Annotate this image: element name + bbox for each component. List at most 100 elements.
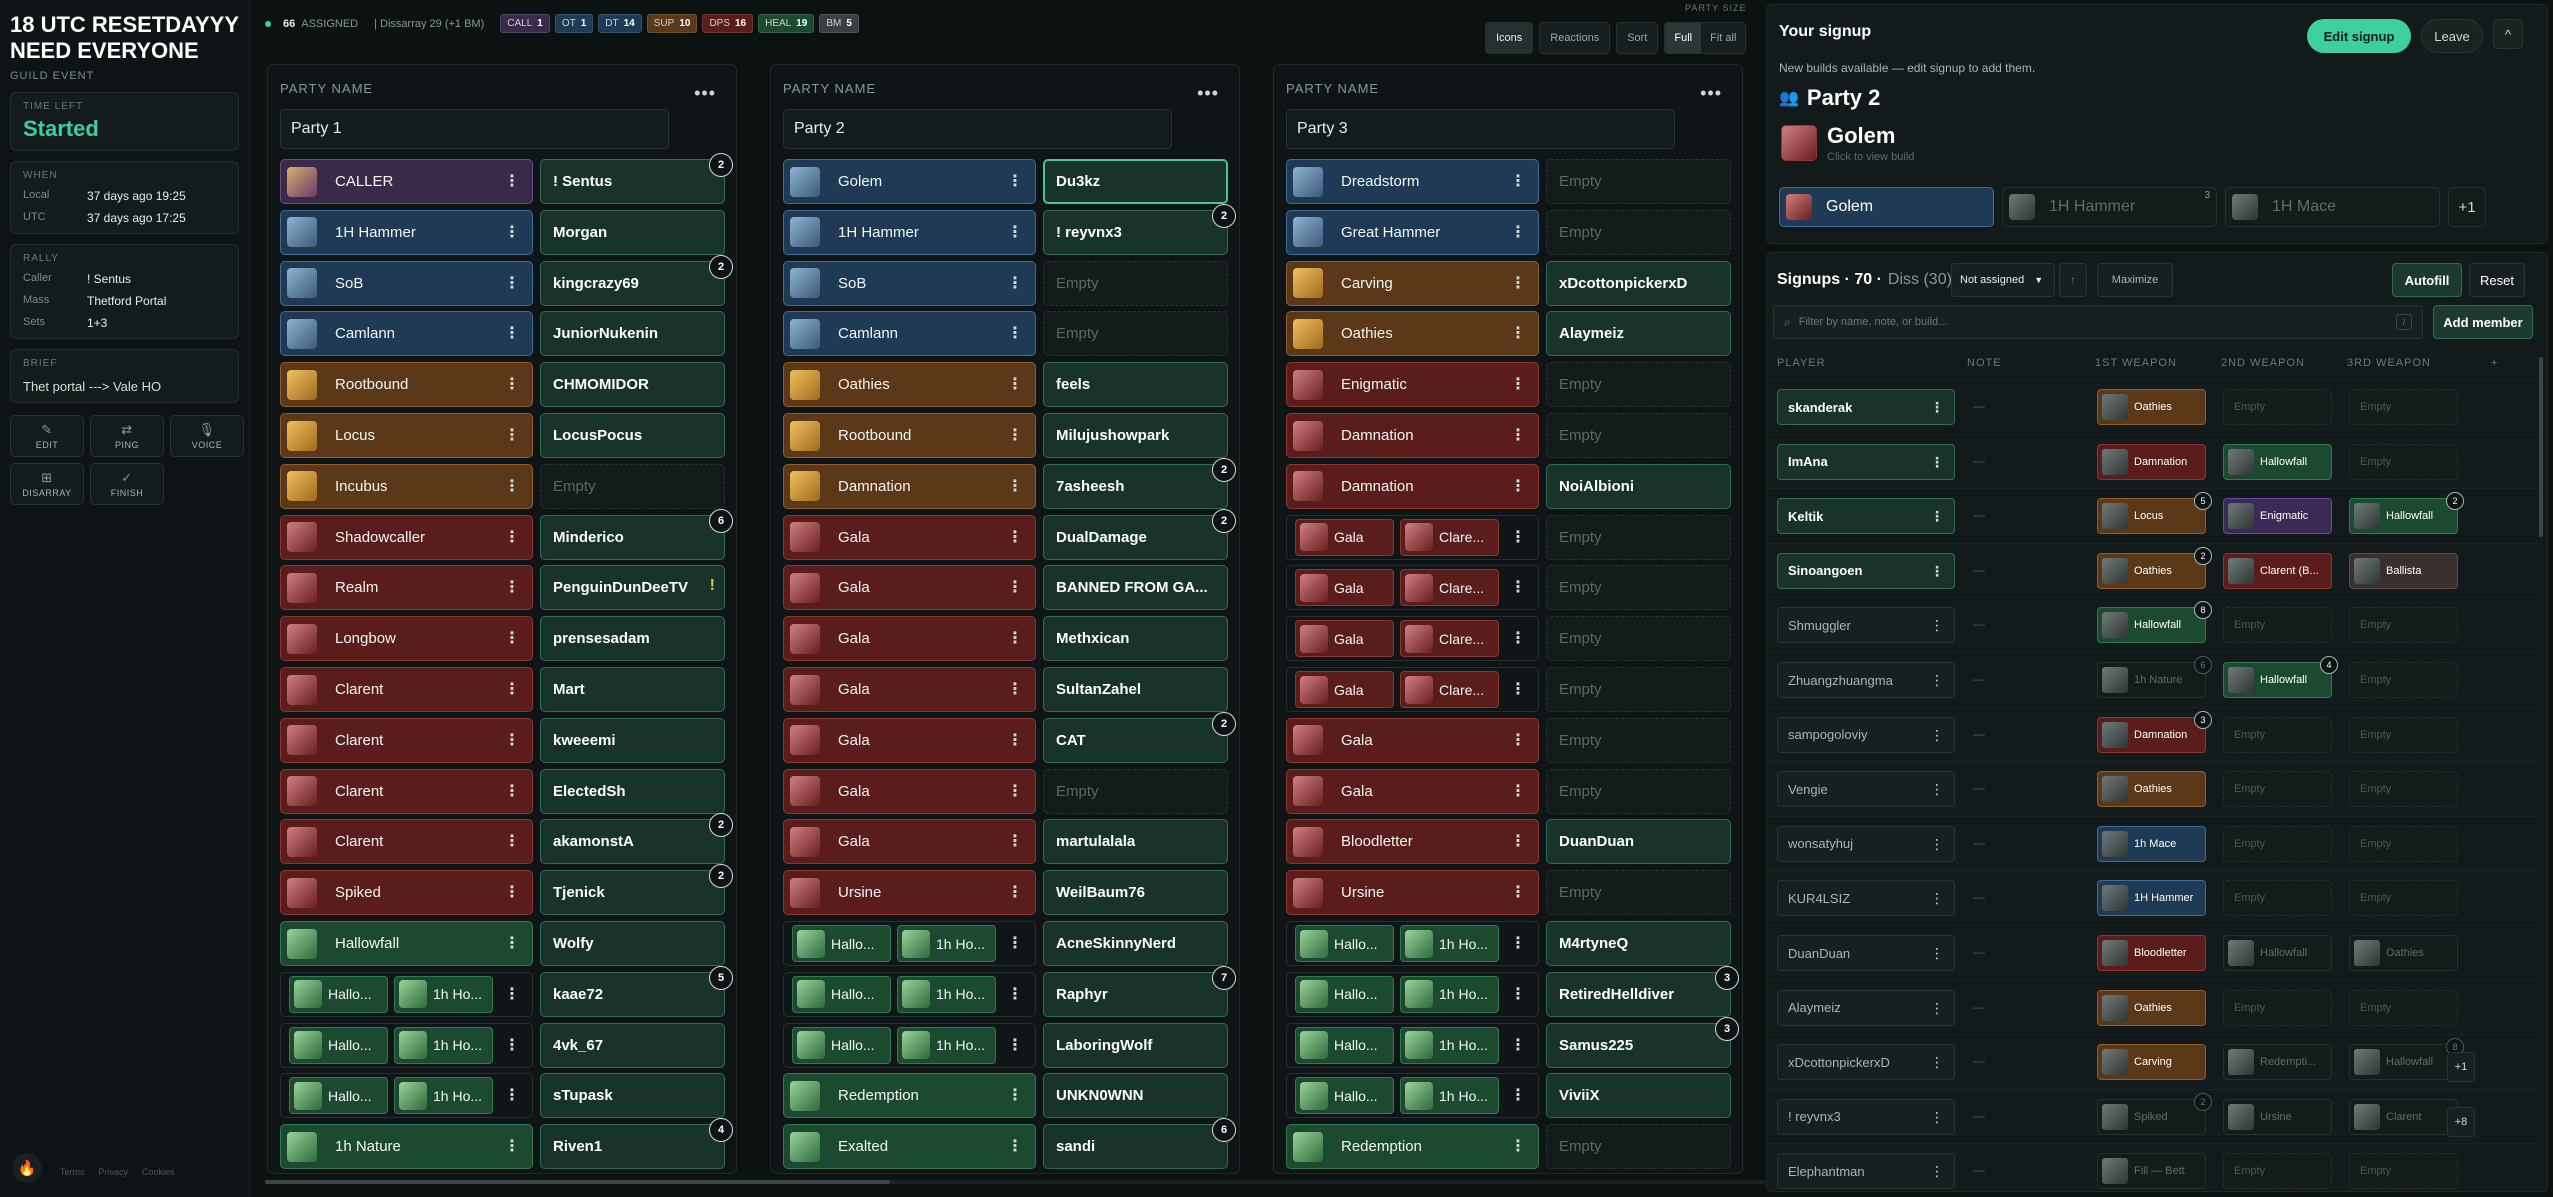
role-slot[interactable]: Hallo... 1h Ho... ⋮ (783, 1022, 1036, 1068)
signup-player-chip[interactable]: Shmuggler ⋮ (1777, 607, 1955, 644)
build-option[interactable]: Hallo... (792, 925, 891, 962)
role-slot[interactable]: Oathies ⋮ (1286, 311, 1539, 357)
role-slot[interactable]: Hallowfall ⋮ (280, 921, 533, 966)
role-slot[interactable]: SoB ⋮ (783, 260, 1036, 306)
slot-menu-icon[interactable]: ⋮ (504, 323, 520, 343)
role-slot[interactable]: Camlann ⋮ (280, 311, 533, 357)
player-slot[interactable]: PenguinDunDeeTV (540, 565, 725, 611)
slot-menu-icon[interactable]: ⋮ (1007, 222, 1023, 242)
role-slot[interactable]: Longbow ⋮ (280, 616, 533, 662)
signup-player-chip[interactable]: Sinoangoen ⋮ (1777, 552, 1955, 589)
role-slot[interactable]: Hallo... 1h Ho... ⋮ (280, 1073, 533, 1119)
weapon-chip[interactable]: Ursine (2223, 1098, 2332, 1135)
party-menu-icon[interactable]: ••• (1197, 83, 1219, 104)
role-slot[interactable]: Damnation ⋮ (1286, 463, 1539, 509)
role-slot[interactable]: Gala ⋮ (783, 717, 1036, 763)
empty-player-slot[interactable]: Empty (1546, 717, 1731, 763)
player-menu-icon[interactable]: ⋮ (1930, 508, 1944, 525)
player-slot[interactable]: Wolfy (540, 921, 725, 966)
slot-menu-icon[interactable]: ⋮ (1510, 679, 1526, 699)
player-slot[interactable]: 4vk_67 (540, 1022, 725, 1068)
flame-icon[interactable]: 🔥 (12, 1153, 42, 1183)
build-option[interactable]: 1h Ho... (1400, 975, 1499, 1013)
player-slot[interactable]: kingcrazy69 (540, 260, 725, 306)
slot-menu-icon[interactable]: ⋮ (504, 527, 520, 547)
build-option[interactable]: 1h Ho... (394, 1077, 493, 1115)
player-slot[interactable]: DuanDuan (1546, 819, 1731, 865)
player-slot[interactable]: Mart (540, 667, 725, 712)
role-slot[interactable]: Hallo... 1h Ho... ⋮ (783, 971, 1036, 1017)
reactions-toggle[interactable]: Reactions (1539, 22, 1611, 54)
terms-link[interactable]: Terms (60, 1167, 85, 1177)
build-option[interactable]: Gala (1295, 620, 1394, 658)
build-option[interactable]: Hallo... (289, 1026, 388, 1064)
player-menu-icon[interactable]: ⋮ (1930, 727, 1944, 744)
role-slot[interactable]: Gala ⋮ (1286, 717, 1539, 763)
slot-menu-icon[interactable]: ⋮ (1007, 171, 1023, 191)
build-option[interactable]: Hallo... (1295, 1026, 1394, 1064)
role-slot[interactable]: Enigmatic ⋮ (1286, 362, 1539, 408)
player-slot[interactable]: RetiredHelldiver (1546, 971, 1731, 1017)
role-slot[interactable]: Bloodletter ⋮ (1286, 819, 1539, 865)
slot-menu-icon[interactable]: ⋮ (1510, 781, 1526, 801)
assignment-filter-select[interactable]: Not assigned ▼ (1951, 263, 2055, 297)
weapon-chip[interactable]: Damnation 3 (2097, 710, 2212, 753)
build-option[interactable]: Hallo... (1295, 1077, 1394, 1115)
action-ping-button[interactable]: ⇄ PING (90, 415, 164, 457)
weapon-chip[interactable]: Hallowfall (2223, 935, 2332, 971)
slot-menu-icon[interactable]: ⋮ (1007, 374, 1023, 394)
weapon-chip[interactable]: Hallowfall 8 (2349, 1038, 2464, 1081)
role-slot[interactable]: Rootbound ⋮ (280, 362, 533, 408)
empty-weapon-slot[interactable]: Empty (2223, 1153, 2332, 1190)
empty-player-slot[interactable]: Empty (1546, 362, 1731, 408)
slot-menu-icon[interactable]: ⋮ (1007, 679, 1023, 699)
weapon-chip[interactable]: Hallowfall (2223, 443, 2332, 480)
slot-menu-icon[interactable]: ⋮ (504, 933, 520, 953)
empty-weapon-slot[interactable]: Empty (2349, 662, 2458, 698)
build-option[interactable]: Clare... (1400, 671, 1499, 708)
empty-player-slot[interactable]: Empty (1546, 616, 1731, 662)
slot-menu-icon[interactable]: ⋮ (504, 781, 520, 801)
role-slot[interactable]: Damnation ⋮ (783, 463, 1036, 509)
build-option[interactable]: Clare... (1400, 620, 1499, 658)
slot-menu-icon[interactable]: ⋮ (1510, 425, 1526, 445)
build-option[interactable]: 1h Ho... (897, 925, 996, 962)
autofill-button[interactable]: Autofill (2392, 263, 2462, 297)
weapon-chip[interactable]: Locus 5 (2097, 492, 2212, 535)
player-slot[interactable]: kweeemi (540, 717, 725, 763)
empty-player-slot[interactable]: Empty (1043, 311, 1228, 357)
player-menu-icon[interactable]: ⋮ (1930, 945, 1944, 962)
empty-player-slot[interactable]: Empty (1546, 768, 1731, 814)
slot-menu-icon[interactable]: ⋮ (1007, 425, 1023, 445)
signup-player-chip[interactable]: DuanDuan ⋮ (1777, 935, 1955, 971)
role-slot[interactable]: Realm ⋮ (280, 565, 533, 611)
build-option[interactable]: Hallo... (289, 975, 388, 1013)
cookies-link[interactable]: Cookies (142, 1167, 175, 1177)
player-slot[interactable]: JuniorNukenin (540, 311, 725, 357)
slot-menu-icon[interactable]: ⋮ (504, 222, 520, 242)
empty-player-slot[interactable]: Empty (1546, 1124, 1731, 1170)
player-menu-icon[interactable]: ⋮ (1930, 1163, 1944, 1180)
signup-player-chip[interactable]: Keltik ⋮ (1777, 498, 1955, 535)
slot-menu-icon[interactable]: ⋮ (1007, 882, 1023, 902)
weapon-chip[interactable]: Clarent (B... (2223, 552, 2332, 589)
weapon-chip[interactable]: Oathies (2097, 989, 2206, 1026)
build-option[interactable]: 1h Ho... (394, 1026, 493, 1064)
slot-menu-icon[interactable]: ⋮ (1007, 831, 1023, 851)
fit-all-button[interactable]: Fit all (1701, 23, 1745, 53)
player-slot[interactable]: ! Sentus (540, 159, 725, 204)
party-menu-icon[interactable]: ••• (694, 83, 716, 104)
role-slot[interactable]: Golem ⋮ (783, 159, 1036, 204)
signup-player-chip[interactable]: Elephantman ⋮ (1777, 1153, 1955, 1190)
weapon-chip[interactable]: Carving (2097, 1044, 2206, 1081)
player-slot[interactable]: martulalala (1043, 819, 1228, 865)
signup-player-chip[interactable]: skanderak ⋮ (1777, 389, 1955, 425)
player-slot[interactable]: Tjenick (540, 870, 725, 916)
slot-menu-icon[interactable]: ⋮ (504, 273, 520, 293)
role-slot[interactable]: Clarent ⋮ (280, 819, 533, 865)
slot-menu-icon[interactable]: ⋮ (1510, 323, 1526, 343)
slot-menu-icon[interactable]: ⋮ (1510, 882, 1526, 902)
build-option[interactable]: Hallo... (1295, 925, 1394, 962)
slot-menu-icon[interactable]: ⋮ (1510, 273, 1526, 293)
weapon-chip[interactable]: Oathies (2097, 389, 2206, 425)
